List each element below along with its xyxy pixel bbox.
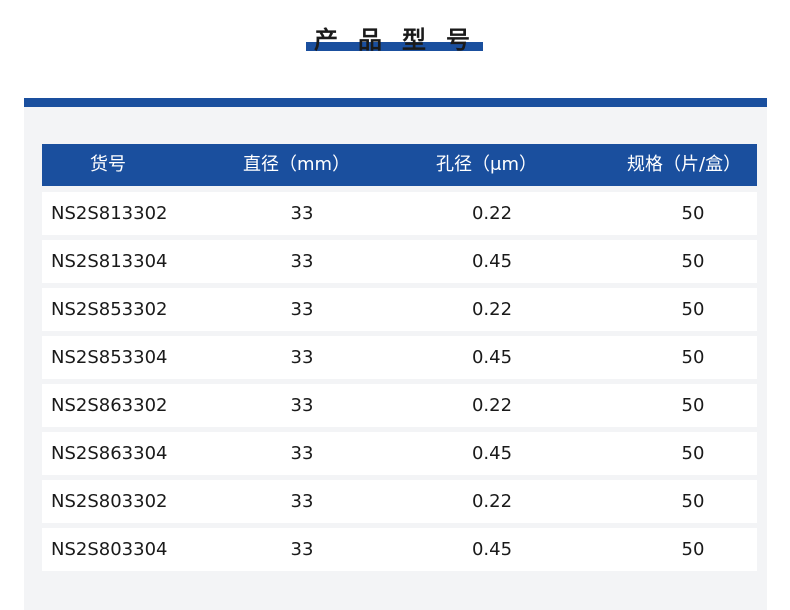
cell-pore-size: 0.22 (471, 491, 513, 512)
cell-item-number: NS2S803304 (51, 539, 168, 560)
cell-spec: 50 (681, 203, 705, 224)
header-spec: 规格（片/盒） (627, 154, 742, 175)
cell-pore-size: 0.45 (471, 251, 513, 272)
cell-diameter: 33 (290, 395, 314, 416)
cell-item-number: NS2S853304 (51, 347, 168, 368)
cell-spec: 50 (681, 539, 705, 560)
cell-spec: 50 (681, 299, 705, 320)
section-title: 产品型号 (0, 18, 790, 58)
table-row: NS2S853304 33 0.45 50 (42, 336, 757, 379)
cell-pore-size: 0.45 (471, 443, 513, 464)
cell-diameter: 33 (290, 443, 314, 464)
table-row: NS2S803302 33 0.22 50 (42, 480, 757, 523)
cell-diameter: 33 (290, 203, 314, 224)
cell-item-number: NS2S853302 (51, 299, 168, 320)
table-row: NS2S813302 33 0.22 50 (42, 192, 757, 235)
cell-pore-size: 0.22 (471, 395, 513, 416)
table-row: NS2S863302 33 0.22 50 (42, 384, 757, 427)
cell-pore-size: 0.45 (471, 347, 513, 368)
cell-item-number: NS2S863304 (51, 443, 168, 464)
cell-diameter: 33 (290, 539, 314, 560)
table-row: NS2S863304 33 0.45 50 (42, 432, 757, 475)
table-header: 货号 直径（mm） 孔径（μm） 规格（片/盒） (42, 144, 757, 186)
cell-diameter: 33 (290, 491, 314, 512)
table-row: NS2S853302 33 0.22 50 (42, 288, 757, 331)
table-row: NS2S803304 33 0.45 50 (42, 528, 757, 571)
cell-spec: 50 (681, 347, 705, 368)
cell-spec: 50 (681, 491, 705, 512)
header-diameter: 直径（mm） (243, 154, 351, 175)
page-title: 产品型号 (314, 26, 490, 54)
cell-pore-size: 0.22 (471, 299, 513, 320)
panel-top-border (24, 98, 767, 107)
cell-diameter: 33 (290, 299, 314, 320)
cell-spec: 50 (681, 443, 705, 464)
table-row: NS2S813304 33 0.45 50 (42, 240, 757, 283)
cell-item-number: NS2S813302 (51, 203, 168, 224)
cell-diameter: 33 (290, 251, 314, 272)
cell-pore-size: 0.22 (471, 203, 513, 224)
cell-pore-size: 0.45 (471, 539, 513, 560)
header-pore-size: 孔径（μm） (436, 154, 537, 175)
cell-item-number: NS2S803302 (51, 491, 168, 512)
cell-spec: 50 (681, 251, 705, 272)
cell-item-number: NS2S813304 (51, 251, 168, 272)
cell-diameter: 33 (290, 347, 314, 368)
cell-spec: 50 (681, 395, 705, 416)
cell-item-number: NS2S863302 (51, 395, 168, 416)
header-item-number: 货号 (90, 154, 126, 175)
